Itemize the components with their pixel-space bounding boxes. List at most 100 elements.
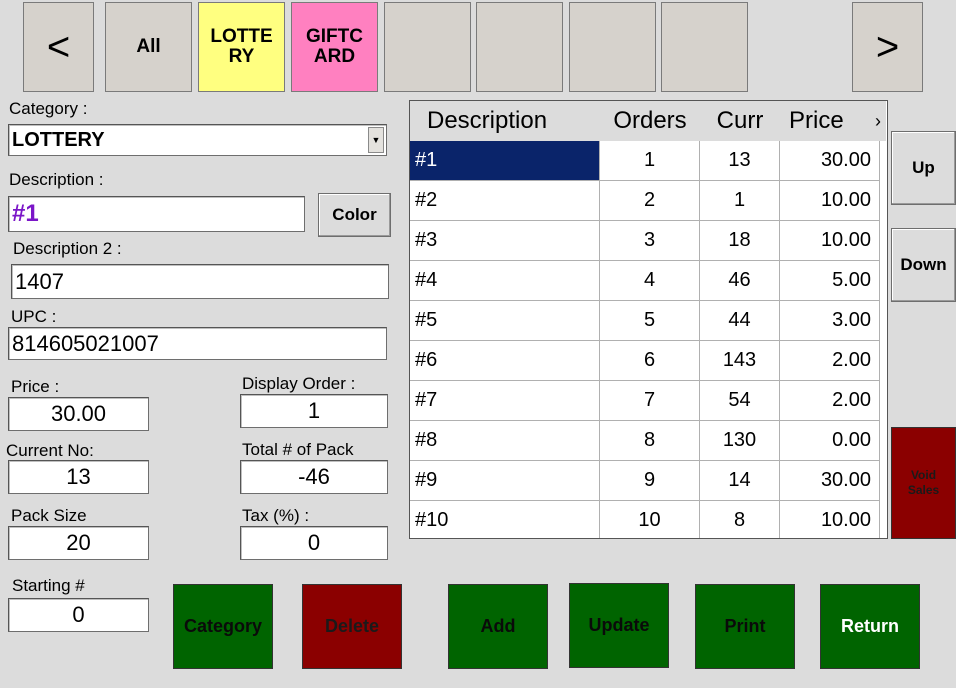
category-select[interactable]: LOTTERY ▼ [8, 124, 387, 156]
starting-label: Starting # [12, 576, 85, 595]
cell-curr: 130 [700, 421, 780, 461]
upc-input[interactable]: 814605021007 [8, 327, 387, 360]
cell-orders: 3 [600, 221, 700, 261]
description2-input[interactable]: 1407 [11, 264, 389, 299]
prev-arrow-icon: < [46, 25, 71, 69]
cell-description: #9 [410, 461, 600, 501]
current-no-input[interactable]: 13 [8, 460, 149, 494]
grid-row[interactable]: #3 3 18 10.00 [410, 221, 886, 261]
category-tab-2[interactable]: GIFTC ARD [291, 2, 378, 92]
up-button[interactable]: Up [891, 131, 956, 205]
cell-curr: 1 [700, 181, 780, 221]
dropdown-arrow-icon[interactable]: ▼ [368, 127, 384, 153]
cell-curr: 46 [700, 261, 780, 301]
next-arrow-icon: > [875, 25, 900, 69]
category-tab-0[interactable]: All [105, 2, 192, 92]
cell-price: 0.00 [780, 421, 880, 461]
category-tab-1[interactable]: LOTTE RY [198, 2, 285, 92]
cell-orders: 7 [600, 381, 700, 421]
description2-label: Description 2 : [13, 239, 122, 258]
cell-description: #4 [410, 261, 600, 301]
category-tab-6[interactable] [661, 2, 748, 92]
cell-price: 2.00 [780, 341, 880, 381]
category-button[interactable]: Category [173, 584, 273, 669]
price-input[interactable]: 30.00 [8, 397, 149, 431]
header-description[interactable]: Description [410, 101, 600, 141]
grid-row[interactable]: #6 6 143 2.00 [410, 341, 886, 381]
description-input[interactable]: #1 [8, 196, 305, 232]
grid-row[interactable]: #9 9 14 30.00 [410, 461, 886, 501]
pack-size-label: Pack Size [11, 506, 87, 525]
add-button[interactable]: Add [448, 584, 548, 669]
grid-row[interactable]: #10 10 8 10.00 [410, 501, 886, 538]
category-label: Category : [9, 99, 88, 118]
down-button[interactable]: Down [891, 228, 956, 302]
cell-price: 30.00 [780, 141, 880, 181]
void-sales-button[interactable]: Void Sales [891, 427, 956, 539]
cell-curr: 54 [700, 381, 780, 421]
grid-row[interactable]: #4 4 46 5.00 [410, 261, 886, 301]
cell-price: 2.00 [780, 381, 880, 421]
grid-row[interactable]: #1 1 13 30.00 [410, 141, 886, 181]
cell-orders: 4 [600, 261, 700, 301]
grid-row[interactable]: #5 5 44 3.00 [410, 301, 886, 341]
current-no-label: Current No: [6, 441, 94, 460]
delete-button[interactable]: Delete [302, 584, 402, 669]
return-button[interactable]: Return [820, 584, 920, 669]
cell-price: 10.00 [780, 501, 880, 538]
print-button[interactable]: Print [695, 584, 795, 669]
category-tab-4[interactable] [476, 2, 563, 92]
cell-description: #7 [410, 381, 600, 421]
header-curr[interactable]: Curr [700, 101, 780, 141]
category-tab-5[interactable] [569, 2, 656, 92]
description-label: Description : [9, 170, 104, 189]
cell-orders: 10 [600, 501, 700, 538]
cell-description: #5 [410, 301, 600, 341]
pack-size-input[interactable]: 20 [8, 526, 149, 560]
cell-description: #2 [410, 181, 600, 221]
display-order-input[interactable]: 1 [240, 394, 388, 428]
cell-price: 3.00 [780, 301, 880, 341]
cell-orders: 1 [600, 141, 700, 181]
cell-orders: 5 [600, 301, 700, 341]
grid-header: Description Orders Curr Price › [410, 101, 886, 141]
cell-description: #8 [410, 421, 600, 461]
color-button[interactable]: Color [318, 193, 391, 237]
tax-label: Tax (%) : [242, 506, 310, 525]
header-price[interactable]: Price [780, 101, 870, 141]
next-category-button[interactable]: > [852, 2, 923, 92]
cell-orders: 6 [600, 341, 700, 381]
cell-curr: 18 [700, 221, 780, 261]
cell-description: #6 [410, 341, 600, 381]
cell-description: #1 [410, 141, 600, 181]
grid-row[interactable]: #8 8 130 0.00 [410, 421, 886, 461]
grid-row[interactable]: #2 2 1 10.00 [410, 181, 886, 221]
cell-curr: 13 [700, 141, 780, 181]
cell-description: #3 [410, 221, 600, 261]
grid-row[interactable]: #7 7 54 2.00 [410, 381, 886, 421]
items-grid[interactable]: Description Orders Curr Price › #1 1 13 30.… [409, 100, 888, 539]
more-columns-icon: › [875, 110, 881, 131]
header-orders[interactable]: Orders [600, 101, 700, 141]
cell-description: #10 [410, 501, 600, 538]
price-label: Price : [11, 377, 60, 396]
starting-input[interactable]: 0 [8, 598, 149, 632]
category-select-value: LOTTERY [12, 128, 105, 151]
cell-curr: 14 [700, 461, 780, 501]
upc-label: UPC : [11, 307, 57, 326]
cell-orders: 9 [600, 461, 700, 501]
cell-price: 10.00 [780, 221, 880, 261]
display-order-label: Display Order : [242, 374, 356, 393]
cell-price: 30.00 [780, 461, 880, 501]
cell-curr: 44 [700, 301, 780, 341]
cell-orders: 8 [600, 421, 700, 461]
cell-orders: 2 [600, 181, 700, 221]
cell-curr: 143 [700, 341, 780, 381]
tax-input[interactable]: 0 [240, 526, 388, 560]
update-button[interactable]: Update [569, 583, 669, 668]
cell-curr: 8 [700, 501, 780, 538]
cell-price: 5.00 [780, 261, 880, 301]
prev-category-button[interactable]: < [23, 2, 94, 92]
total-pack-input[interactable]: -46 [240, 460, 388, 494]
category-tab-3[interactable] [384, 2, 471, 92]
